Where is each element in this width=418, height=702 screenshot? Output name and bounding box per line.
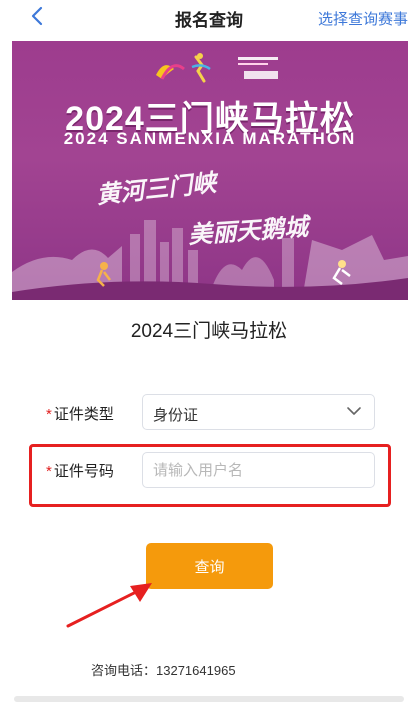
city-skyline-illustration	[12, 220, 408, 300]
id-type-select[interactable]: 身份证	[142, 394, 375, 430]
id-type-value: 身份证	[153, 407, 199, 424]
id-number-label: * 证件号码	[46, 460, 114, 481]
event-name: 2024三门峡马拉松	[130, 321, 288, 342]
query-button[interactable]: 查询	[146, 543, 273, 589]
event-banner: 2024三门峡马拉松 2024 SANMENXIA MARATHON 黄河三门峡…	[12, 41, 408, 300]
contact-phone: 13271641965	[156, 663, 236, 678]
chevron-down-icon	[347, 407, 361, 415]
sponsor-logos-image	[156, 53, 278, 83]
contact-label: 咨询电话：	[91, 663, 157, 678]
annotation-arrow-icon	[66, 583, 152, 628]
id-number-input[interactable]	[142, 452, 375, 488]
bottom-bar	[14, 696, 404, 702]
banner-title-en: 2024 SANMENXIA MARATHON	[63, 129, 357, 148]
contact-info: 咨询电话：13271641965	[91, 660, 236, 679]
id-number-label-text: 证件号码	[53, 463, 114, 480]
required-mark: *	[46, 463, 52, 480]
required-mark: *	[46, 406, 52, 423]
top-bar: 报名查询 选择查询赛事	[0, 0, 418, 34]
select-event-link[interactable]: 选择查询赛事	[318, 8, 408, 29]
id-type-label: * 证件类型	[46, 403, 114, 424]
id-type-label-text: 证件类型	[53, 406, 114, 423]
